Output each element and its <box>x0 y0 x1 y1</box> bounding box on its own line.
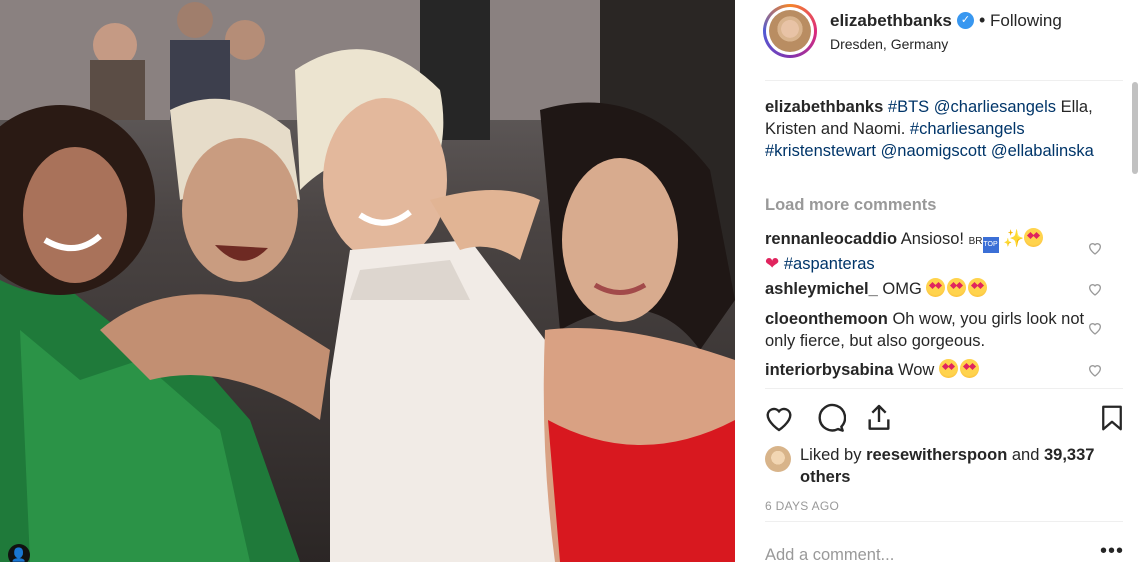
hashtag-link[interactable]: #aspanteras <box>784 255 875 273</box>
comments-scrollbar[interactable] <box>1132 82 1138 174</box>
sparkles-icon: ✨ <box>1003 229 1025 248</box>
comment-flag-text: BR <box>968 236 983 247</box>
person-tag-icon[interactable]: 👤 <box>8 544 30 562</box>
like-heart-icon[interactable] <box>763 402 795 434</box>
comment-text: Wow <box>897 361 935 379</box>
mention-link[interactable]: @naomigscott <box>881 142 987 160</box>
heart-eyes-emoji-icon <box>959 359 979 378</box>
comment-item: cloeonthemoon Oh wow, you girls look not… <box>765 308 1085 352</box>
story-ring[interactable] <box>763 4 817 58</box>
comment-item: rennanleocaddio Ansioso! BRTOP ✨ ❤ #aspa… <box>765 228 1085 275</box>
photo-illustration <box>0 0 735 562</box>
post-caption: elizabethbanks #BTS @charliesangels Ella… <box>765 96 1125 162</box>
heart-eyes-emoji-icon <box>968 278 988 297</box>
red-heart-icon: ❤ <box>765 254 780 273</box>
header-username[interactable]: elizabethbanks <box>830 11 952 31</box>
post-timestamp[interactable]: 6 DAYS AGO <box>765 499 839 513</box>
likes-and: and <box>1011 446 1040 464</box>
load-more-comments-button[interactable]: Load more comments <box>765 196 936 215</box>
profile-avatar[interactable] <box>766 7 814 55</box>
heart-eyes-emoji-icon <box>1024 228 1044 247</box>
mention-link[interactable]: @charliesangels <box>934 98 1056 116</box>
comment-username[interactable]: rennanleocaddio <box>765 230 897 248</box>
save-bookmark-icon[interactable] <box>1097 402 1127 434</box>
heart-eyes-emoji-icon <box>947 278 967 297</box>
comments-divider <box>765 388 1123 389</box>
comment-like-heart-icon[interactable] <box>1087 281 1103 297</box>
comment-username[interactable]: ashleymichel_ <box>765 280 878 298</box>
post-details-panel: elizabethbanks ✓ • Following Dresden, Ge… <box>735 0 1139 565</box>
footer-divider <box>765 521 1123 522</box>
more-options-icon[interactable]: ••• <box>1100 540 1124 563</box>
liker-avatar[interactable] <box>765 446 791 472</box>
likes-summary: Liked by reesewitherspoon and 39,337 oth… <box>800 444 1130 488</box>
hashtag-link[interactable]: #kristenstewart <box>765 142 876 160</box>
share-icon[interactable] <box>863 402 895 434</box>
comment-username[interactable]: interiorbysabina <box>765 361 893 379</box>
heart-eyes-emoji-icon <box>938 359 958 378</box>
liker-username[interactable]: reesewitherspoon <box>866 446 1007 464</box>
comment-bubble-icon[interactable] <box>814 402 846 434</box>
separator-dot: • <box>979 10 986 30</box>
caption-username[interactable]: elizabethbanks <box>765 98 883 116</box>
comment-text: OMG <box>882 280 922 298</box>
header-divider <box>765 80 1123 81</box>
mention-link[interactable]: @ellabalinska <box>991 142 1094 160</box>
location-link[interactable]: Dresden, Germany <box>830 36 948 52</box>
comment-item: interiorbysabina Wow <box>765 359 1085 381</box>
likes-prefix: Liked by <box>800 446 862 464</box>
hashtag-link[interactable]: #BTS <box>888 98 929 116</box>
comment-like-heart-icon[interactable] <box>1087 320 1103 336</box>
heart-eyes-emoji-icon <box>926 278 946 297</box>
verified-badge-icon: ✓ <box>957 12 974 29</box>
comment-like-heart-icon[interactable] <box>1087 240 1103 256</box>
hashtag-link[interactable]: #charliesangels <box>910 120 1025 138</box>
top-badge-icon: TOP <box>982 237 999 253</box>
comment-text: Ansioso! <box>900 230 965 248</box>
comment-username[interactable]: cloeonthemoon <box>765 310 888 328</box>
post-photo[interactable]: 👤 <box>0 0 735 562</box>
comment-like-heart-icon[interactable] <box>1087 362 1103 378</box>
comment-item: ashleymichel_ OMG <box>765 278 1085 300</box>
following-button[interactable]: Following <box>990 11 1062 31</box>
add-comment-input[interactable]: Add a comment... <box>765 546 894 565</box>
